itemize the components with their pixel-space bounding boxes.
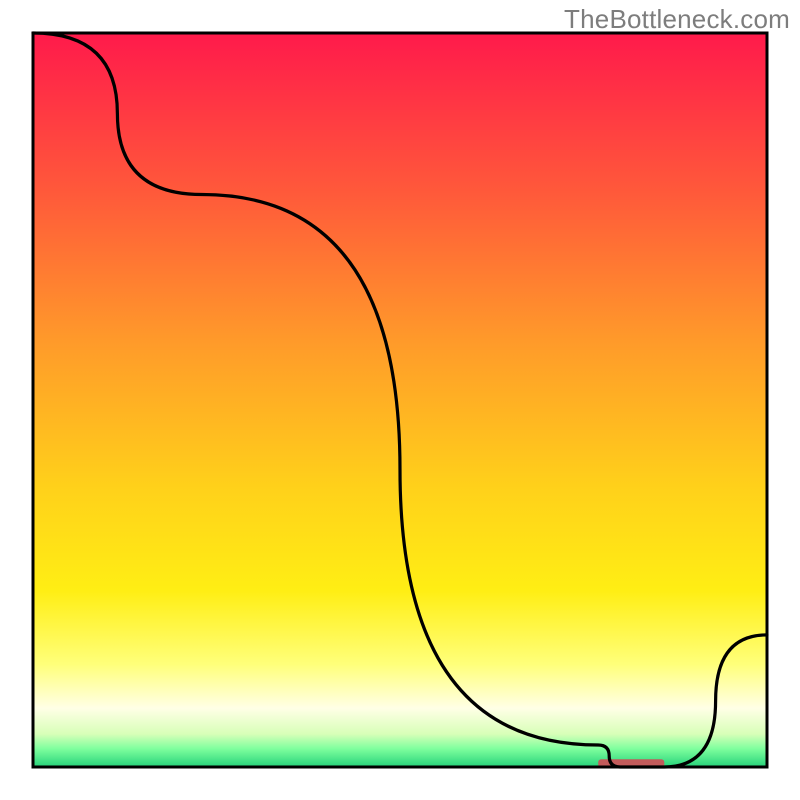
chart-container: TheBottleneck.com xyxy=(0,0,800,800)
heat-gradient xyxy=(33,33,767,767)
bottleneck-chart xyxy=(0,0,800,800)
